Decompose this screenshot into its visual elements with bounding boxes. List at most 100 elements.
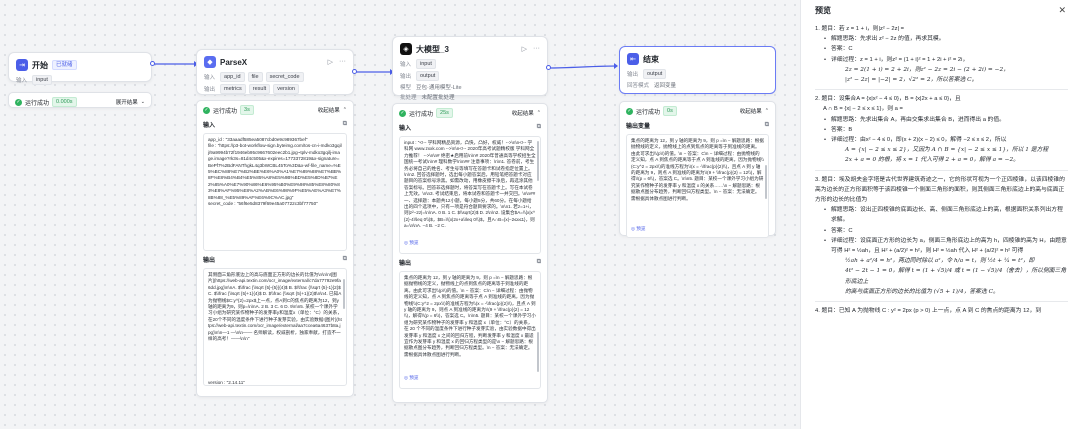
copy-icon[interactable]: ⧉ [537,124,541,131]
start-output-handle[interactable] [150,61,155,66]
end-result-panel: ✓ 运行成功 0s 收起结果 ⌃ 输出变量 ⧉ 集点的距离为 12，到 y 轴的… [619,101,776,238]
answer: 答案：C [824,226,1068,236]
llm-output-handle[interactable] [546,65,551,70]
math-line: ½ah + a²/4 = h²，两边同时除以 a²，令 h/a = t，则 ½t… [845,258,1035,265]
output-section-title: 输出变量 ⧉ [620,120,775,131]
time-badge: 25s [436,108,453,118]
preview-title: 预览 [815,5,831,15]
end-header: ⇤ 结束 [620,47,775,68]
end-output-text: 集点的距离为 12，到 y 轴的距离为 9，则 p =\n − 解题思路：根据抛… [631,138,764,201]
chevron-down-icon[interactable]: ⌄ [141,99,145,105]
arrow-head [614,63,618,69]
output-var-tag: output [643,69,667,79]
version-label: version [208,380,223,385]
chevron-up-icon[interactable]: ⌃ [343,107,347,113]
parsex-output-handle[interactable] [352,69,357,74]
llm-model-row: 模型 豆包·通用模型-Lite [393,82,547,92]
close-icon[interactable]: ✕ [1058,5,1066,16]
llm-output-row: 输出 output [393,70,547,82]
output-label: 输出 [627,72,639,78]
llm-input-box[interactable]: input : "<!-- 学科网精品资源，凸快，凸好，权威！-->\n\n<!… [399,136,541,254]
debug-icon[interactable]: ▷ [328,58,333,66]
start-icon: ⇥ [16,59,28,71]
detail: 详细过程：设底面正方形的边长为 a，侧面三角形底边上的高为 h，四棱锥的高为 H… [824,236,1068,256]
output-var-tag: output [416,71,440,81]
batch-label: 批处理 [400,95,417,101]
node-toolbar: ▷ ··· [328,58,346,66]
detail: 详细过程：z = 1 + i，则z² = (1 + i)² = 1 + 2i +… [824,55,1068,65]
status-text: 运行成功 [636,109,661,116]
model-value: 豆包·通用模型-Lite [416,85,462,91]
section-label: 输入 [399,126,412,132]
detail: 详细过程：由x² − 4 ≤ 0，即(x + 2)(x − 2) ≤ 0，解得 … [824,135,1068,145]
end-node[interactable]: ⇤ 结束 输出 output 回答模式 返回变量 [619,46,776,94]
status-text: 运行成功 [409,111,434,118]
preview-panel: 预览 ✕ 1. 题目：若 z = 1 + i，则|z² − 2z| = 解题思路… [800,0,1080,429]
end-output-box[interactable]: 集点的距离为 12，到 y 轴的距离为 9，则 p =\n − 解题思路：根据抛… [626,134,769,238]
model-label: 模型 [400,85,412,91]
collapse-results-button[interactable]: 收起结果 [512,109,534,117]
copy-icon[interactable]: ⧉ [343,121,347,128]
status-text: 运行成功 [25,100,50,107]
start-node-header: ⇥ 开始 已就绪 [9,53,151,74]
workflow-canvas[interactable]: ⇥ 开始 已就绪 输入 input ✓ 运行成功 0.000s 展开结果 ⌄ ◆… [0,0,800,429]
more-icon[interactable]: ··· [533,45,540,53]
start-node-title: 开始 [32,60,48,70]
scrollbar[interactable] [537,332,539,372]
chevron-up-icon[interactable]: ⌃ [765,108,769,114]
parsex-input-row: 输入 app_id file secret_code [197,71,353,83]
parsex-output-box[interactable]: 其侧面三角形底边上的高与底面正方形的边长的比值为\n\n\n![图片](http… [203,268,347,386]
preview-label: 预览 [409,375,419,380]
answer: 答案：B [824,125,1068,135]
copy-icon[interactable]: ⧉ [537,259,541,266]
output-tag-version: version [273,84,299,94]
output-label: 输出 [204,87,216,93]
version-row: version : "2.14.11" [208,380,245,385]
preview-label: 预览 [409,240,419,245]
start-result-panel: ✓ 运行成功 0.000s 展开结果 ⌄ [8,92,152,108]
parsex-node[interactable]: ◆ ParseX ▷ ··· 输入 app_id file secret_cod… [196,49,354,95]
question-2-list: 解题思路：先求出集合 A，再由交集求出集合 B，进而得出 a 的值。 答案：B … [815,115,1068,146]
output-section-title: 输出 ⧉ [393,257,547,268]
status-text: 运行成功 [213,108,238,115]
edge-llm-end [547,65,618,69]
question-2: 2. 题目：设集合A = {x|x² − 4 ≤ 0}，B = {x|2x + … [815,96,961,103]
version-value: "2.14.11" [226,380,245,385]
check-icon: ✓ [399,109,406,117]
divider [815,301,1068,303]
collapse-results-button[interactable]: 收起结果 [318,106,340,114]
preview-link[interactable]: ◎ 预览 [631,226,764,232]
math-line: 2z = 2(1 + i) = 2 + 2i，则z² − 2z = 2i − (… [845,66,1009,73]
start-node[interactable]: ⇥ 开始 已就绪 输入 input [8,52,152,85]
start-input-row: 输入 input [9,74,151,86]
scrollbar[interactable] [343,279,345,309]
llm-output-box[interactable]: 集点的距离为 12，到 y 轴的距离为 9，则 p =\n − 解题思路：根据抛… [399,271,541,389]
collapse-results-button[interactable]: 收起结果 [740,107,762,115]
llm-node[interactable]: ◈ 大模型_3 ▷ ··· 输入 input 输出 output 模型 豆包·通… [392,36,548,101]
input-tag-app-id: app_id [220,72,245,82]
more-icon[interactable]: ··· [339,58,346,66]
end-status-row: ✓ 运行成功 0s 收起结果 ⌃ [620,102,775,120]
end-title: 结束 [643,54,659,64]
input-label: 输入 [16,78,28,84]
input-label: 输入 [400,62,412,68]
answer-mode-label: 回答模式 [627,83,650,89]
llm-status-row: ✓ 运行成功 25s 收起结果 ⌃ [393,104,547,122]
preview-content: 1. 题目：若 z = 1 + i，则|z² − 2z| = 解题思路：先求出 … [801,16,1080,316]
copy-icon[interactable]: ⧉ [765,122,769,129]
plugin-icon: ◆ [204,56,216,68]
answer-mode-value: 返回变量 [654,83,677,89]
expand-results-button[interactable]: 展开结果 [116,98,138,106]
preview-link[interactable]: ◎ 预览 [404,240,536,246]
batch-value: 未配置批处理 [421,95,455,101]
llm-output-text: 集点的距离为 12，到 y 轴的距离为 9，则 p =\n − 解题思路：根据抛… [404,275,536,357]
chevron-up-icon[interactable]: ⌃ [537,110,541,116]
scrollbar[interactable] [765,165,767,199]
parsex-input-json[interactable]: app_id : "33aaadf585ea5087cbd0e9c989367b… [203,133,347,251]
section-label: 输入 [203,123,216,129]
debug-icon[interactable]: ▷ [522,45,527,53]
preview-link[interactable]: ◎ 预览 [404,375,536,381]
question-3-list: 解题思路：设出正四棱锥的底面边长、高、侧面三角形底边上的高，根据面积关系列出方程… [815,205,1068,256]
scrollbar[interactable] [537,141,539,181]
copy-icon[interactable]: ⧉ [343,256,347,263]
